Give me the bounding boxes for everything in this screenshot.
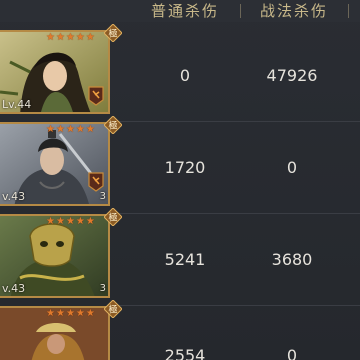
- star-icon: ★: [85, 308, 95, 319]
- header-divider: [348, 4, 349, 18]
- star-icon: ★: [55, 32, 65, 43]
- skill-icon: [88, 172, 104, 192]
- hero-level: v.43: [2, 282, 26, 295]
- star-icon: ★: [75, 216, 85, 227]
- hero-card[interactable]: ★ ★ ★ ★ ★ Lv.44: [0, 30, 110, 114]
- normal-damage-value: 1720: [164, 158, 206, 177]
- rank-badge-icon: 極: [104, 116, 122, 134]
- star-rating: ★ ★ ★ ★ ★: [46, 309, 95, 319]
- star-icon: ★: [85, 124, 95, 135]
- normal-damage-header: 普通杀伤: [150, 2, 219, 20]
- svg-text:極: 極: [108, 28, 117, 40]
- tactic-damage-value: 0: [286, 346, 298, 360]
- tactic-damage-value: 0: [286, 158, 298, 177]
- hero-card[interactable]: ★ ★ ★ ★ ★: [0, 306, 110, 360]
- rank-badge-icon: 極: [104, 24, 122, 42]
- hero-card[interactable]: ★ ★ ★ ★ ★ v.43 3: [0, 214, 110, 298]
- tactic-damage-value: 47926: [266, 66, 318, 85]
- star-icon: ★: [85, 32, 95, 43]
- star-icon: ★: [55, 124, 65, 135]
- normal-damage-value: 2554: [164, 346, 206, 360]
- svg-text:極: 極: [108, 304, 117, 316]
- star-icon: ★: [65, 308, 75, 319]
- hero-level: Lv.44: [2, 98, 32, 111]
- star-icon: ★: [55, 308, 65, 319]
- normal-damage-value: 5241: [164, 250, 206, 269]
- star-icon: ★: [46, 32, 55, 43]
- rank-badge-icon: 極: [104, 300, 122, 318]
- header-divider: [240, 4, 241, 18]
- hero-level: v.43: [2, 190, 26, 203]
- hero-row[interactable]: ★ ★ ★ ★ ★ v.43 3 極 5241 3680: [0, 208, 360, 306]
- stats-header: 普通杀伤 战法杀伤: [0, 0, 360, 22]
- star-icon: ★: [85, 216, 95, 227]
- star-icon: ★: [46, 216, 55, 227]
- rank-badge-icon: 極: [104, 208, 122, 226]
- star-icon: ★: [55, 216, 65, 227]
- battle-stats-panel: 普通杀伤 战法杀伤 ★ ★ ★ ★ ★ Lv.44 極 0 47926 ★ ★ …: [0, 0, 360, 360]
- hero-row[interactable]: ★ ★ ★ ★ ★ v.43 3 極 1720 0: [0, 116, 360, 214]
- star-icon: ★: [75, 308, 85, 319]
- hero-row[interactable]: ★ ★ ★ ★ ★ Lv.44 極 0 47926: [0, 24, 360, 122]
- skill-icon: [88, 86, 104, 106]
- star-rating: ★ ★ ★ ★ ★: [46, 217, 95, 227]
- hero-card[interactable]: ★ ★ ★ ★ ★ v.43 3: [0, 122, 110, 206]
- svg-text:極: 極: [108, 212, 117, 224]
- hero-count: 3: [99, 283, 106, 294]
- star-icon: ★: [46, 124, 55, 135]
- star-rating: ★ ★ ★ ★ ★: [46, 125, 95, 135]
- star-icon: ★: [75, 32, 85, 43]
- hero-row[interactable]: ★ ★ ★ ★ ★ 極 2554 0: [0, 300, 360, 360]
- normal-damage-value: 0: [179, 66, 191, 85]
- star-icon: ★: [65, 32, 75, 43]
- svg-text:極: 極: [108, 120, 117, 132]
- star-icon: ★: [46, 308, 55, 319]
- star-icon: ★: [65, 216, 75, 227]
- star-icon: ★: [75, 124, 85, 135]
- star-icon: ★: [65, 124, 75, 135]
- hero-count: 3: [99, 191, 106, 202]
- tactic-damage-value: 3680: [271, 250, 313, 269]
- star-rating: ★ ★ ★ ★ ★: [46, 33, 95, 43]
- tactic-damage-header: 战法杀伤: [259, 2, 328, 20]
